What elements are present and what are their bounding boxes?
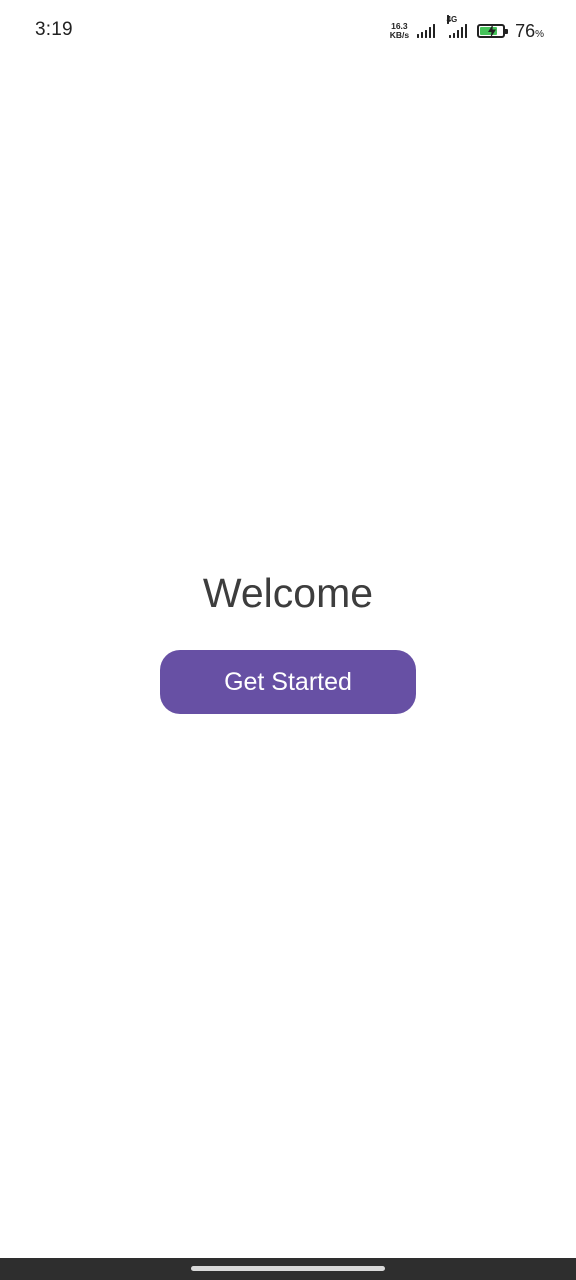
navigation-bar xyxy=(0,1258,576,1280)
battery-icon xyxy=(477,24,509,38)
get-started-button[interactable]: Get Started xyxy=(160,650,416,714)
network-speed-unit: KB/s xyxy=(389,30,410,40)
charging-bolt-icon xyxy=(488,24,497,38)
home-gesture-handle[interactable] xyxy=(191,1266,385,1271)
mobile-data-signal-icon: 4G xyxy=(446,15,468,38)
battery-percent-sign: % xyxy=(535,28,544,40)
battery-percent-value: 76 xyxy=(515,20,536,41)
status-icons: 16.3 KB/s 4G 76% xyxy=(390,15,544,42)
network-type-label: 4G xyxy=(446,15,458,24)
screen: 3:19 16.3 KB/s 4G 76% Welcome Get Starte… xyxy=(0,0,576,1280)
battery-percent: 76% xyxy=(515,21,544,42)
network-speed: 16.3 KB/s xyxy=(390,22,409,40)
signal-strength-icon xyxy=(415,24,436,38)
welcome-title: Welcome xyxy=(202,570,374,616)
battery-tip xyxy=(505,29,509,34)
status-time: 3:19 xyxy=(35,19,73,40)
status-bar: 3:19 16.3 KB/s 4G 76% xyxy=(0,0,576,62)
